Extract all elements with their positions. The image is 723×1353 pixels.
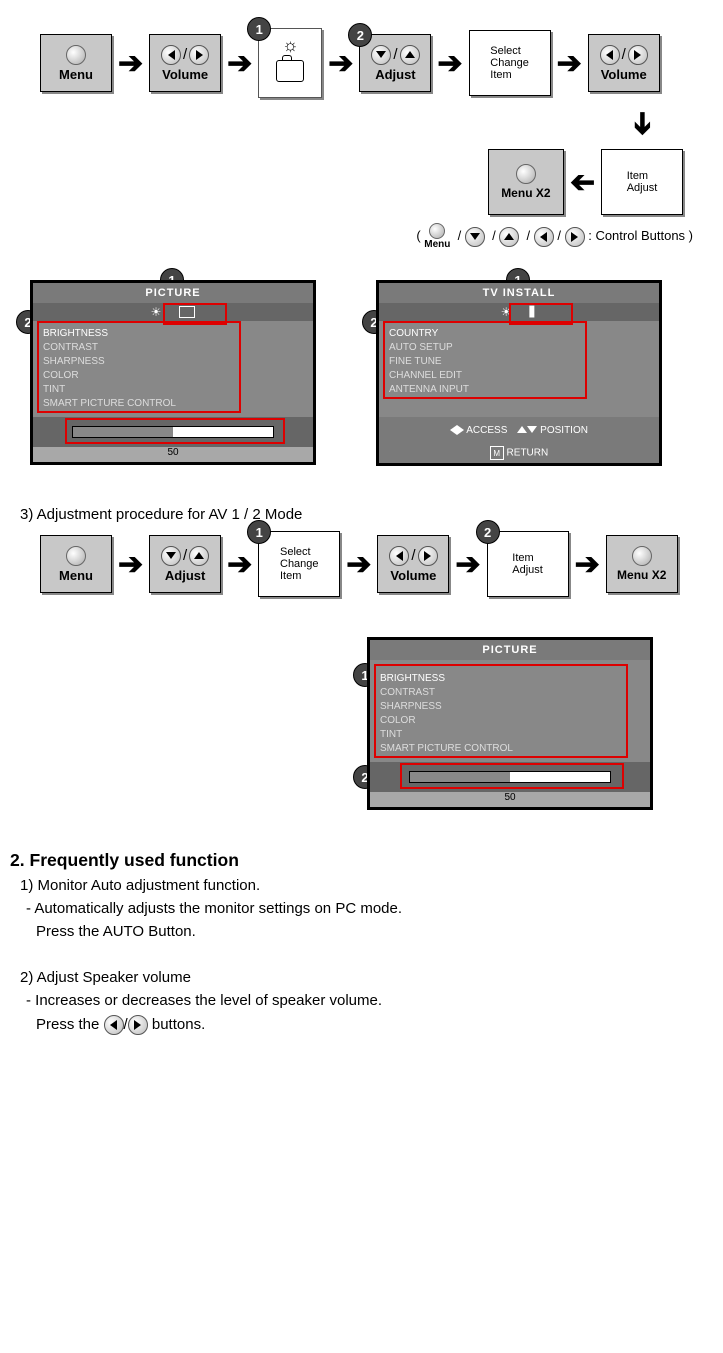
sun-icon: ☼: [282, 35, 299, 56]
sec2-p1: 1) Monitor Auto adjustment function.: [20, 877, 713, 894]
arrow-left-icon: ➔: [570, 165, 595, 200]
up-icon: [499, 227, 519, 247]
step-badge-1: 1: [247, 520, 271, 544]
down-up-icon: /: [371, 45, 419, 65]
arrow-right-icon: ➔: [227, 547, 252, 582]
flow-row-2: Menu X2 ➔ Item Adjust: [40, 149, 683, 215]
menu-button[interactable]: Menu: [40, 34, 112, 92]
flow-down-wrapper: ➔: [10, 106, 713, 141]
sun-icon: ☀: [151, 305, 162, 319]
circle-icon: [66, 45, 86, 65]
sec2-p6: Press the / buttons.: [36, 1015, 713, 1035]
flow-row-1: Menu ➔ / Volume ➔ 1 ☼ ➔ 2 / Adjust ➔ Sel…: [40, 28, 713, 98]
tv-icon: [276, 60, 304, 82]
picture-osd-2: PICTURE BRIGHTNESS CONTRAST SHARPNESS CO…: [367, 637, 653, 810]
left-right-icon: /: [161, 45, 209, 65]
adjust-label: Adjust: [375, 67, 415, 82]
slider-value: 50: [370, 792, 650, 807]
select-change-item-box: Select Change Item: [469, 30, 551, 96]
volume-button-2[interactable]: / Volume: [588, 34, 660, 92]
adjust-button[interactable]: / Adjust: [149, 535, 221, 593]
osd-footer-2: M RETURN: [379, 443, 659, 463]
picture-osd-wrapper: 1 2 3 PICTURE ☀ BRIGHTNESS CONTRAST SHAR…: [30, 280, 316, 466]
arrow-right-icon: ➔: [575, 547, 600, 582]
menu-x2-label: Menu X2: [617, 568, 666, 582]
arrow-right-icon: ➔: [455, 547, 480, 582]
left-right-icon: /: [600, 45, 648, 65]
osd-title: TV INSTALL: [379, 283, 659, 303]
select-change-item-box: 1 Select Change Item: [258, 531, 340, 597]
arrow-right-icon: ➔: [557, 46, 582, 81]
arrow-right-icon: ➔: [328, 46, 353, 81]
down-icon: [465, 227, 485, 247]
osd-footer: ACCESS POSITION: [379, 417, 659, 443]
volume-label: Volume: [162, 67, 208, 82]
adjust-button[interactable]: 2 / Adjust: [359, 34, 431, 92]
volume-label: Volume: [601, 67, 647, 82]
item-adjust-box: Item Adjust: [601, 149, 683, 215]
legend-text: : Control Buttons ): [588, 228, 693, 243]
menu-x2-button[interactable]: Menu X2: [606, 535, 678, 593]
circle-icon: [632, 546, 652, 566]
menu-x2-label: Menu X2: [501, 186, 550, 200]
red-highlight-2: [383, 321, 587, 399]
arrow-right-icon: ➔: [437, 46, 462, 81]
osd-title: PICTURE: [370, 640, 650, 660]
right-icon: [565, 227, 585, 247]
section-2-title: 2. Frequently used function: [10, 850, 713, 871]
sec2-p3: Press the AUTO Button.: [36, 923, 713, 940]
picture-osd-2-wrapper: 1 2 PICTURE BRIGHTNESS CONTRAST SHARPNES…: [10, 637, 653, 810]
osd-screens-row: 1 2 3 PICTURE ☀ BRIGHTNESS CONTRAST SHAR…: [30, 280, 693, 466]
item-adjust-box: 2 Item Adjust: [487, 531, 569, 597]
brightness-osd-icon: 1 ☼: [258, 28, 322, 98]
arrow-right-icon: ➔: [118, 547, 143, 582]
arrow-down-icon: ➔: [625, 111, 660, 136]
circle-icon: [66, 546, 86, 566]
volume-button[interactable]: / Volume: [149, 34, 221, 92]
picture-osd: PICTURE ☀ BRIGHTNESS CONTRAST SHARPNESS …: [30, 280, 316, 465]
left-icon: [534, 227, 554, 247]
arrow-right-icon: ➔: [346, 547, 371, 582]
arrow-right-icon: ➔: [227, 46, 252, 81]
step-badge-2: 2: [348, 23, 372, 47]
tvinstall-osd-wrapper: 1 2 TV INSTALL ☀ ▋ COUNTRY AUTO SETUP FI…: [376, 280, 662, 466]
control-buttons-legend: ( Menu / / / / : Control Buttons ): [10, 223, 693, 250]
section-3-title: 3) Adjustment procedure for AV 1 / 2 Mod…: [20, 506, 713, 523]
left-icon: [104, 1015, 124, 1035]
flow-row-3: Menu ➔ / Adjust ➔ 1 Select Change Item ➔…: [40, 531, 713, 597]
slider-value: 50: [33, 447, 313, 462]
left-right-icon: /: [389, 546, 437, 566]
right-icon: [128, 1015, 148, 1035]
arrow-right-icon: ➔: [118, 46, 143, 81]
sec2-p5: - Increases or decreases the level of sp…: [26, 992, 713, 1009]
red-highlight-2: [400, 763, 624, 789]
menu-x2-button[interactable]: Menu X2: [488, 149, 564, 215]
osd-title: PICTURE: [33, 283, 313, 303]
volume-label: Volume: [390, 568, 436, 583]
volume-button[interactable]: / Volume: [377, 535, 449, 593]
sec2-p2: - Automatically adjusts the monitor sett…: [26, 900, 713, 917]
down-up-icon: /: [161, 546, 209, 566]
circle-icon: [516, 164, 536, 184]
step-badge-2: 2: [476, 520, 500, 544]
adjust-label: Adjust: [165, 568, 205, 583]
menu-label: Menu: [59, 568, 93, 583]
menu-button[interactable]: Menu: [40, 535, 112, 593]
tvinstall-osd: TV INSTALL ☀ ▋ COUNTRY AUTO SETUP FINE T…: [376, 280, 662, 466]
red-highlight-1: [374, 664, 628, 758]
red-highlight-2: [37, 321, 241, 413]
sec2-p6a: Press the: [36, 1016, 104, 1033]
sec2-p4: 2) Adjust Speaker volume: [20, 969, 713, 986]
sec2-p6b: buttons.: [152, 1016, 205, 1033]
step-badge-1: 1: [247, 17, 271, 41]
menu-label: Menu: [59, 67, 93, 82]
red-highlight-3: [65, 418, 285, 444]
